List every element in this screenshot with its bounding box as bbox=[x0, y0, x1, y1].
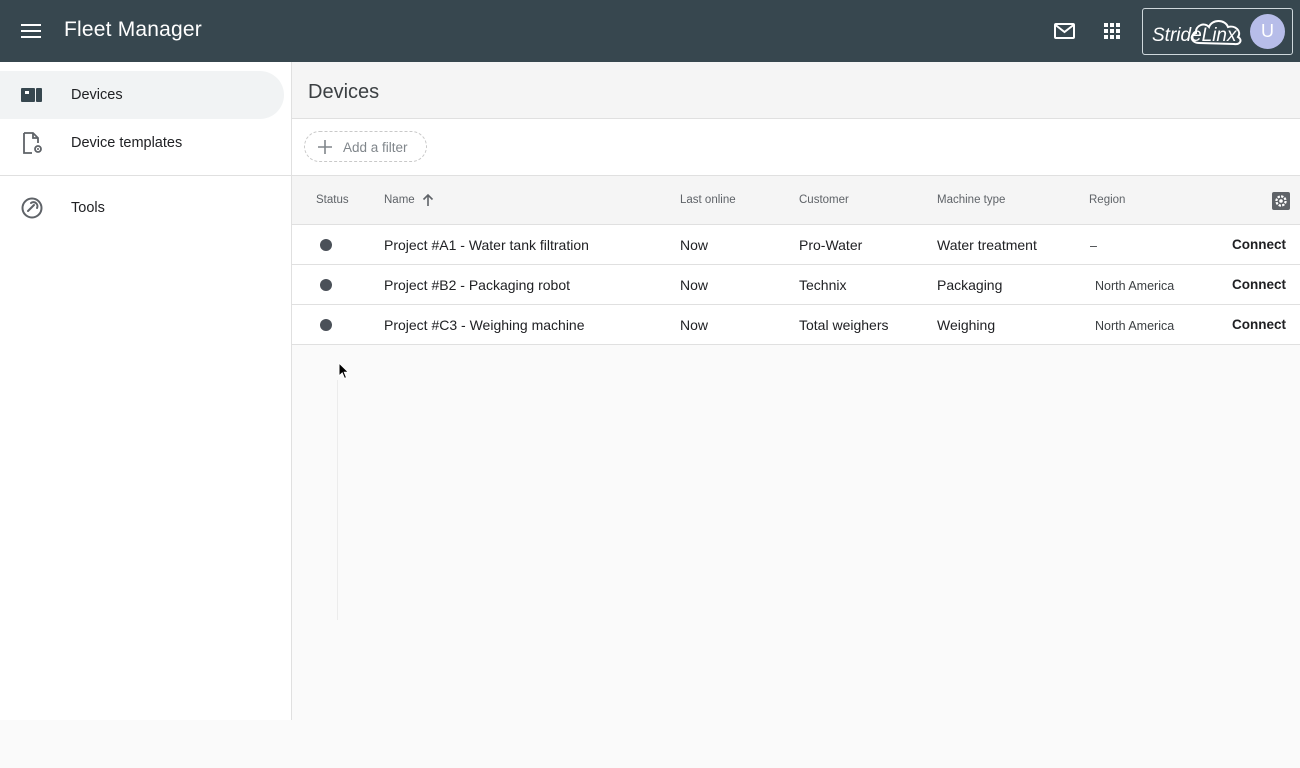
sidebar-item-devices[interactable]: Devices bbox=[0, 71, 284, 119]
main-content: Devices Add a filter Status Name Last on… bbox=[292, 62, 1300, 768]
machine-type: Weighing bbox=[937, 317, 996, 333]
device-name[interactable]: Project #A1 - Water tank filtration bbox=[384, 237, 589, 253]
region: North America bbox=[1095, 319, 1175, 333]
hamburger-menu-icon[interactable] bbox=[14, 15, 48, 47]
devices-icon bbox=[21, 88, 42, 102]
column-header-region[interactable]: Region bbox=[1089, 193, 1125, 207]
stridelinx-logo: StrideLinx bbox=[1152, 20, 1242, 46]
mouse-pointer-icon bbox=[338, 362, 350, 380]
avatar[interactable]: U bbox=[1250, 14, 1285, 49]
connect-button[interactable]: Connect bbox=[1232, 277, 1286, 293]
machine-type: Packaging bbox=[937, 277, 1003, 293]
devices-table: Status Name Last online Customer Machine… bbox=[292, 175, 1300, 345]
add-filter-label: Add a filter bbox=[343, 140, 408, 155]
column-header-name[interactable]: Name bbox=[384, 193, 415, 207]
table-row[interactable]: Project #C3 - Weighing machine Now Total… bbox=[292, 305, 1300, 345]
app-header: Fleet Manager StrideLinx U bbox=[0, 0, 1300, 62]
device-name[interactable]: Project #B2 - Packaging robot bbox=[384, 277, 570, 293]
region: North America bbox=[1095, 279, 1175, 293]
machine-type: Water treatment bbox=[937, 237, 1037, 253]
column-header-machine-type[interactable]: Machine type bbox=[937, 193, 1005, 207]
status-online-dot bbox=[320, 279, 332, 291]
customer: Total weighers bbox=[799, 317, 889, 333]
region: – bbox=[1090, 239, 1097, 253]
sidebar-divider bbox=[0, 175, 291, 176]
connect-button[interactable]: Connect bbox=[1232, 237, 1286, 253]
apps-grid-icon[interactable] bbox=[1098, 17, 1126, 45]
device-name[interactable]: Project #C3 - Weighing machine bbox=[384, 317, 585, 333]
page-title: Devices bbox=[308, 81, 380, 103]
column-header-customer[interactable]: Customer bbox=[799, 193, 849, 207]
brand-text: StrideLinx bbox=[1152, 25, 1238, 46]
sidebar-item-label: Device templates bbox=[71, 135, 183, 151]
last-online: Now bbox=[680, 277, 709, 293]
last-online: Now bbox=[680, 237, 709, 253]
mail-icon[interactable] bbox=[1050, 17, 1078, 45]
sidebar-item-label: Devices bbox=[71, 87, 123, 103]
column-header-last-online[interactable]: Last online bbox=[680, 193, 736, 207]
drag-guide-line bbox=[337, 380, 338, 620]
table-header: Status Name Last online Customer Machine… bbox=[292, 175, 1300, 225]
last-online: Now bbox=[680, 317, 709, 333]
tools-icon bbox=[21, 197, 43, 219]
connect-button[interactable]: Connect bbox=[1232, 317, 1286, 333]
customer: Technix bbox=[799, 277, 847, 293]
sort-arrow-up-icon[interactable] bbox=[422, 193, 434, 207]
status-online-dot bbox=[320, 319, 332, 331]
sidebar-item-label: Tools bbox=[71, 200, 105, 216]
table-row[interactable]: Project #A1 - Water tank filtration Now … bbox=[292, 225, 1300, 265]
app-title: Fleet Manager bbox=[64, 18, 203, 41]
add-filter-button[interactable]: Add a filter bbox=[304, 131, 427, 162]
page-header: Devices bbox=[292, 62, 1300, 119]
column-header-status[interactable]: Status bbox=[316, 193, 349, 207]
sidebar-item-device-templates[interactable]: Device templates bbox=[0, 119, 284, 167]
filter-bar: Add a filter bbox=[292, 119, 1300, 175]
sidebar-item-tools[interactable]: Tools bbox=[0, 184, 284, 232]
account-switcher[interactable]: StrideLinx U bbox=[1142, 8, 1293, 55]
device-template-icon bbox=[23, 132, 42, 154]
column-settings-gear-icon[interactable] bbox=[1271, 191, 1291, 211]
customer: Pro-Water bbox=[799, 237, 863, 253]
table-row[interactable]: Project #B2 - Packaging robot Now Techni… bbox=[292, 265, 1300, 305]
plus-icon bbox=[318, 140, 332, 154]
status-online-dot bbox=[320, 239, 332, 251]
sidebar: Devices Device templates Tools bbox=[0, 62, 292, 720]
